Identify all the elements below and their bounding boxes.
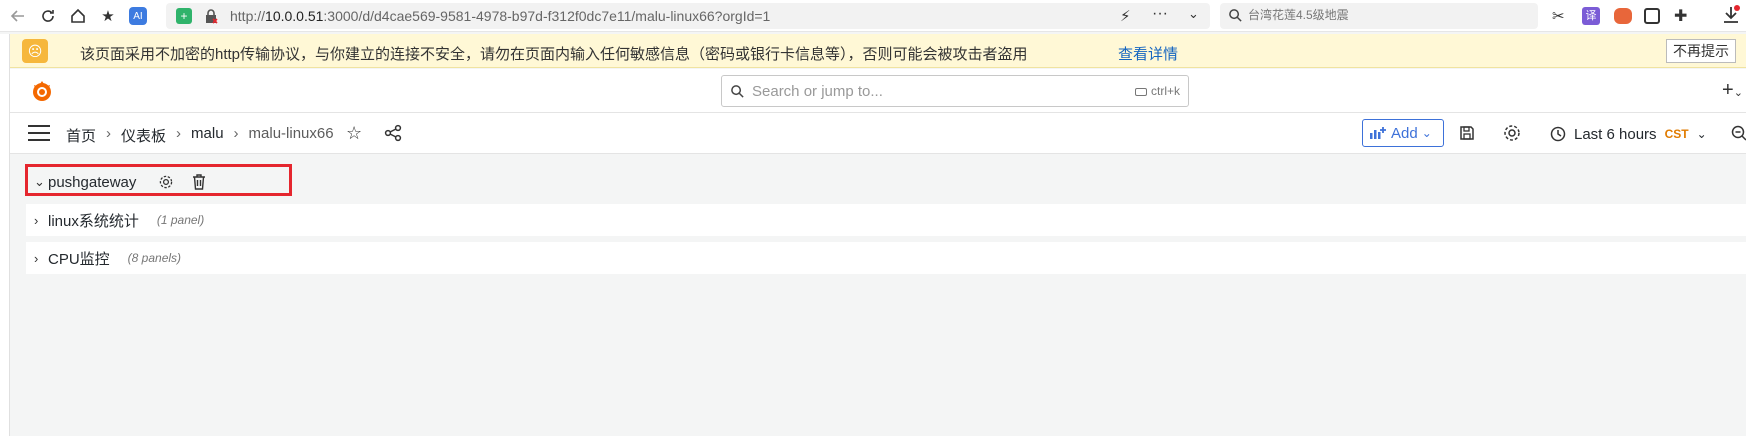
refresh-icon[interactable]	[34, 2, 62, 30]
row-title[interactable]: linux系统统计	[48, 210, 139, 231]
menu-icon[interactable]	[28, 125, 50, 141]
insecure-icon[interactable]	[204, 8, 218, 24]
chevron-down-icon: ⌄	[1733, 87, 1743, 99]
gear-icon[interactable]	[1502, 123, 1522, 143]
grafana-topbar: Search or jump to... ctrl+k +⌄	[10, 69, 1746, 113]
time-range-label: Last 6 hours	[1574, 125, 1657, 143]
favorites-icon[interactable]: ★	[94, 2, 122, 30]
add-button[interactable]: Add ⌄	[1362, 119, 1444, 147]
breadcrumb-dashboard: malu-linux66	[248, 125, 334, 142]
add-panel-icon	[1369, 126, 1387, 140]
row-panel-count: (8 panels)	[127, 251, 182, 265]
breadcrumb-separator-icon: ›	[176, 125, 182, 142]
search-icon	[730, 84, 745, 99]
left-edge	[0, 34, 10, 436]
warning-details-link[interactable]: 查看详情	[1118, 43, 1178, 64]
chevron-right-icon[interactable]: ›	[34, 213, 46, 228]
insecure-warning-banner: ☹ 该页面采用不加密的http传输协议，与你建立的连接不安全，请勿在页面内输入任…	[10, 34, 1746, 68]
browser-search-text: 台湾花莲4.5级地震	[1248, 8, 1349, 22]
search-placeholder: Search or jump to...	[752, 83, 883, 100]
save-icon[interactable]	[1458, 124, 1476, 142]
new-menu-button[interactable]: +⌄	[1722, 79, 1743, 102]
add-button-label: Add	[1391, 124, 1418, 142]
home-icon[interactable]	[64, 2, 92, 30]
share-icon[interactable]	[384, 124, 402, 142]
highlight-annotation	[25, 164, 292, 196]
grafana-logo-icon[interactable]	[30, 79, 54, 103]
address-bar[interactable]: + http://10.0.0.51:3000/d/d4cae569-9581-…	[166, 3, 1210, 29]
dashboard-navbar: 首页 › 仪表板 › malu › malu-linux66 ☆ Add ⌄ L…	[10, 113, 1746, 154]
chevron-down-icon: ⌄	[1421, 126, 1432, 140]
breadcrumb-separator-icon: ›	[233, 125, 239, 142]
breadcrumb: 首页 › 仪表板 › malu › malu-linux66	[66, 125, 334, 146]
lightning-icon[interactable]: ⚡	[1120, 7, 1131, 25]
breadcrumb-dashboards[interactable]: 仪表板	[121, 125, 166, 146]
chevron-down-icon: ⌄	[1696, 127, 1707, 141]
game-icon[interactable]	[1614, 8, 1632, 24]
keyboard-icon	[1134, 87, 1147, 96]
chevron-right-icon[interactable]: ›	[34, 251, 46, 266]
url-text: http://10.0.0.51:3000/d/d4cae569-9581-49…	[230, 8, 771, 24]
grafana-search-input[interactable]: Search or jump to... ctrl+k	[721, 75, 1189, 107]
search-icon	[1228, 8, 1243, 23]
clock-icon	[1550, 126, 1566, 142]
scissors-icon[interactable]: ✂	[1552, 7, 1565, 25]
translate-icon[interactable]: 译	[1582, 7, 1600, 25]
breadcrumb-folder[interactable]: malu	[191, 125, 224, 146]
breadcrumb-separator-icon: ›	[106, 125, 112, 142]
extensions-icon[interactable]: ✚	[1674, 6, 1687, 26]
browser-search-box[interactable]: 台湾花莲4.5级地震	[1220, 3, 1538, 29]
star-icon[interactable]: ☆	[346, 123, 362, 144]
download-icon[interactable]	[1722, 5, 1740, 25]
row-panel-count: (1 panel)	[156, 213, 205, 227]
time-range-picker[interactable]: Last 6 hours CST ⌄	[1550, 123, 1707, 145]
breadcrumb-home[interactable]: 首页	[66, 125, 96, 146]
more-icon[interactable]: ···	[1152, 5, 1168, 23]
warning-face-icon: ☹	[22, 39, 48, 63]
browser-toolbar: ★ AI + http://10.0.0.51:3000/d/d4cae569-…	[0, 0, 1746, 32]
dismiss-warning-button[interactable]: 不再提示	[1666, 39, 1736, 63]
reader-icon[interactable]	[1644, 8, 1660, 24]
timezone-badge: CST	[1664, 127, 1689, 141]
zoom-out-icon[interactable]	[1730, 124, 1746, 142]
chevron-down-icon[interactable]: ⌄	[1188, 6, 1199, 22]
ai-icon[interactable]: AI	[124, 2, 152, 30]
search-shortcut: ctrl+k	[1134, 84, 1180, 98]
dashboard-row-cpu[interactable]: › CPU监控 (8 panels)	[26, 242, 1746, 274]
warning-text: 该页面采用不加密的http传输协议，与你建立的连接不安全，请勿在页面内输入任何敏…	[80, 46, 1028, 63]
shield-icon[interactable]: +	[176, 8, 192, 24]
row-title[interactable]: CPU监控	[48, 248, 110, 269]
back-icon[interactable]	[4, 2, 32, 30]
dashboard-row-linux[interactable]: › linux系统统计 (1 panel)	[26, 204, 1746, 236]
